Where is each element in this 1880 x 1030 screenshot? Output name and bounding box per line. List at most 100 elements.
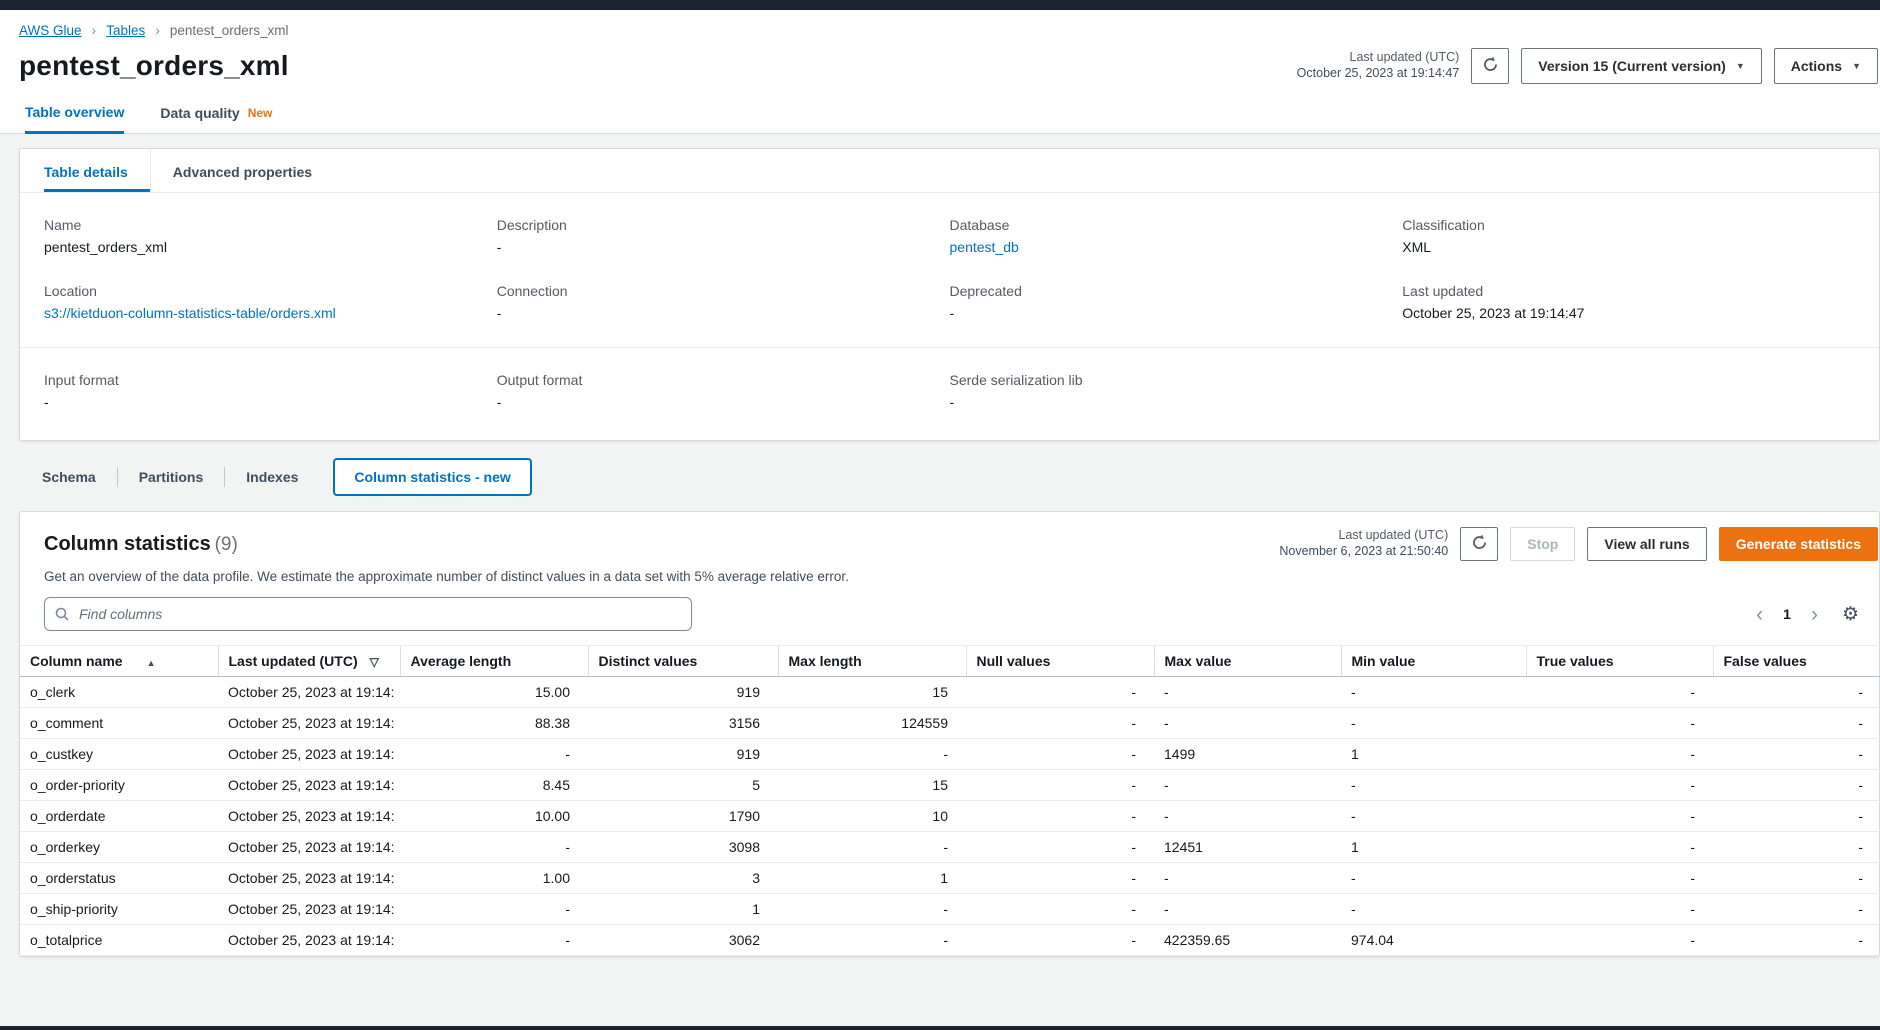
- field-label: Classification: [1402, 217, 1855, 233]
- breadcrumb-link-tables[interactable]: Tables: [106, 23, 145, 38]
- field-value: XML: [1402, 239, 1855, 255]
- stat-cell: 8.45: [400, 770, 588, 801]
- column-header[interactable]: Last updated (UTC) ▽: [218, 646, 400, 677]
- stat-cell: -: [1154, 863, 1341, 894]
- field-description: Description -: [497, 217, 950, 255]
- stat-cell: -: [966, 708, 1154, 739]
- column-header-label: Column name: [30, 653, 123, 669]
- stat-cell: -: [1526, 832, 1713, 863]
- page-number-button[interactable]: 1: [1775, 604, 1799, 624]
- stat-cell: 10: [778, 801, 966, 832]
- field-deprecated: Deprecated -: [950, 283, 1403, 321]
- column-header[interactable]: False values: [1713, 646, 1880, 677]
- field-label: Name: [44, 217, 497, 233]
- tab-data-quality-label: Data quality: [160, 105, 239, 121]
- field-label: Deprecated: [950, 283, 1403, 299]
- stats-refresh-button[interactable]: [1460, 527, 1498, 561]
- column-header[interactable]: Min value: [1341, 646, 1526, 677]
- column-header-label: Average length: [411, 653, 512, 669]
- column-header-label: Max length: [789, 653, 862, 669]
- new-badge: New: [248, 106, 273, 120]
- field-value: -: [497, 394, 950, 410]
- column-header[interactable]: Max length: [778, 646, 966, 677]
- stat-cell: 3062: [588, 925, 778, 956]
- stat-cell: -: [1154, 894, 1341, 925]
- stat-cell: 3156: [588, 708, 778, 739]
- tab-schema[interactable]: Schema: [19, 469, 117, 485]
- stat-cell: -: [1341, 677, 1526, 708]
- stat-cell: October 25, 2023 at 19:14:: [218, 894, 400, 925]
- column-header-label: True values: [1537, 653, 1614, 669]
- filter-icon[interactable]: ▽: [370, 655, 379, 669]
- stat-cell: -: [1713, 801, 1880, 832]
- console-top-bar: [0, 0, 1880, 10]
- stat-cell: -: [778, 832, 966, 863]
- last-updated-block: Last updated (UTC) October 25, 2023 at 1…: [1297, 50, 1460, 81]
- tab-partitions[interactable]: Partitions: [118, 469, 225, 485]
- column-header[interactable]: Average length: [400, 646, 588, 677]
- stat-cell: 974.04: [1341, 925, 1526, 956]
- stat-cell: October 25, 2023 at 19:14:: [218, 863, 400, 894]
- stat-cell: 1: [778, 863, 966, 894]
- column-header-label: Distinct values: [599, 653, 698, 669]
- field-value: -: [497, 305, 950, 321]
- version-dropdown[interactable]: Version 15 (Current version) ▼: [1521, 48, 1761, 84]
- refresh-button[interactable]: [1471, 48, 1509, 84]
- column-statistics-card: Column statistics (9) Last updated (UTC)…: [19, 511, 1880, 957]
- column-header-label: Null values: [977, 653, 1051, 669]
- field-name: Name pentest_orders_xml: [44, 217, 497, 255]
- view-all-runs-button[interactable]: View all runs: [1587, 527, 1706, 561]
- stat-cell: -: [400, 832, 588, 863]
- stat-cell: -: [400, 925, 588, 956]
- previous-page-button[interactable]: ‹: [1748, 602, 1771, 627]
- s3-location-link[interactable]: s3://kietduon-column-statistics-table/or…: [44, 305, 336, 321]
- stats-last-updated-label: Last updated (UTC): [1279, 528, 1448, 544]
- column-header[interactable]: Max value: [1154, 646, 1341, 677]
- stat-cell: -: [1526, 708, 1713, 739]
- database-link[interactable]: pentest_db: [950, 239, 1019, 255]
- tab-data-quality[interactable]: Data quality New: [160, 104, 272, 133]
- table-row: o_orderdateOctober 25, 2023 at 19:14:10.…: [20, 801, 1880, 832]
- column-name-cell: o_comment: [20, 708, 218, 739]
- field-serde-lib: Serde serialization lib -: [950, 372, 1403, 410]
- tab-indexes[interactable]: Indexes: [225, 469, 319, 485]
- stat-cell: 124559: [778, 708, 966, 739]
- next-page-button[interactable]: ›: [1803, 602, 1826, 627]
- stat-cell: -: [966, 770, 1154, 801]
- column-header-label: Last updated (UTC): [229, 653, 358, 669]
- bottom-edge-bar: [0, 1026, 1880, 1030]
- stat-cell: 919: [588, 739, 778, 770]
- refresh-icon: [1482, 56, 1499, 76]
- stat-cell: -: [1341, 894, 1526, 925]
- generate-statistics-button[interactable]: Generate statistics: [1719, 527, 1878, 561]
- chevron-down-icon: ▼: [1736, 61, 1745, 71]
- column-header[interactable]: Column name ▲: [20, 646, 218, 677]
- field-label: Serde serialization lib: [950, 372, 1403, 388]
- column-header[interactable]: Distinct values: [588, 646, 778, 677]
- tab-table-overview[interactable]: Table overview: [25, 104, 124, 134]
- stat-cell: -: [1154, 770, 1341, 801]
- page-header: AWS Glue › Tables › pentest_orders_xml p…: [0, 10, 1880, 134]
- field-label: Connection: [497, 283, 950, 299]
- actions-dropdown[interactable]: Actions ▼: [1774, 48, 1878, 84]
- breadcrumb-link-aws-glue[interactable]: AWS Glue: [19, 23, 82, 38]
- stat-cell: 3: [588, 863, 778, 894]
- tab-advanced-properties[interactable]: Advanced properties: [150, 149, 334, 192]
- stop-button[interactable]: Stop: [1510, 527, 1575, 561]
- stat-cell: -: [1526, 925, 1713, 956]
- stat-cell: -: [1526, 770, 1713, 801]
- stat-cell: 3098: [588, 832, 778, 863]
- stats-last-updated-value: November 6, 2023 at 21:50:40: [1279, 544, 1448, 560]
- table-row: o_clerkOctober 25, 2023 at 19:14:15.0091…: [20, 677, 1880, 708]
- stat-cell: -: [1341, 708, 1526, 739]
- header-actions: Last updated (UTC) October 25, 2023 at 1…: [1297, 48, 1878, 84]
- section-tabs: Schema Partitions Indexes Column statist…: [19, 457, 1880, 497]
- tab-column-statistics[interactable]: Column statistics - new: [333, 458, 531, 496]
- preferences-gear-icon[interactable]: ⚙: [1830, 601, 1865, 628]
- field-database: Database pentest_db: [950, 217, 1403, 255]
- find-columns-input[interactable]: [44, 597, 692, 631]
- column-header[interactable]: Null values: [966, 646, 1154, 677]
- tab-table-details[interactable]: Table details: [44, 149, 150, 192]
- sort-ascending-icon[interactable]: ▲: [147, 658, 156, 668]
- column-header[interactable]: True values: [1526, 646, 1713, 677]
